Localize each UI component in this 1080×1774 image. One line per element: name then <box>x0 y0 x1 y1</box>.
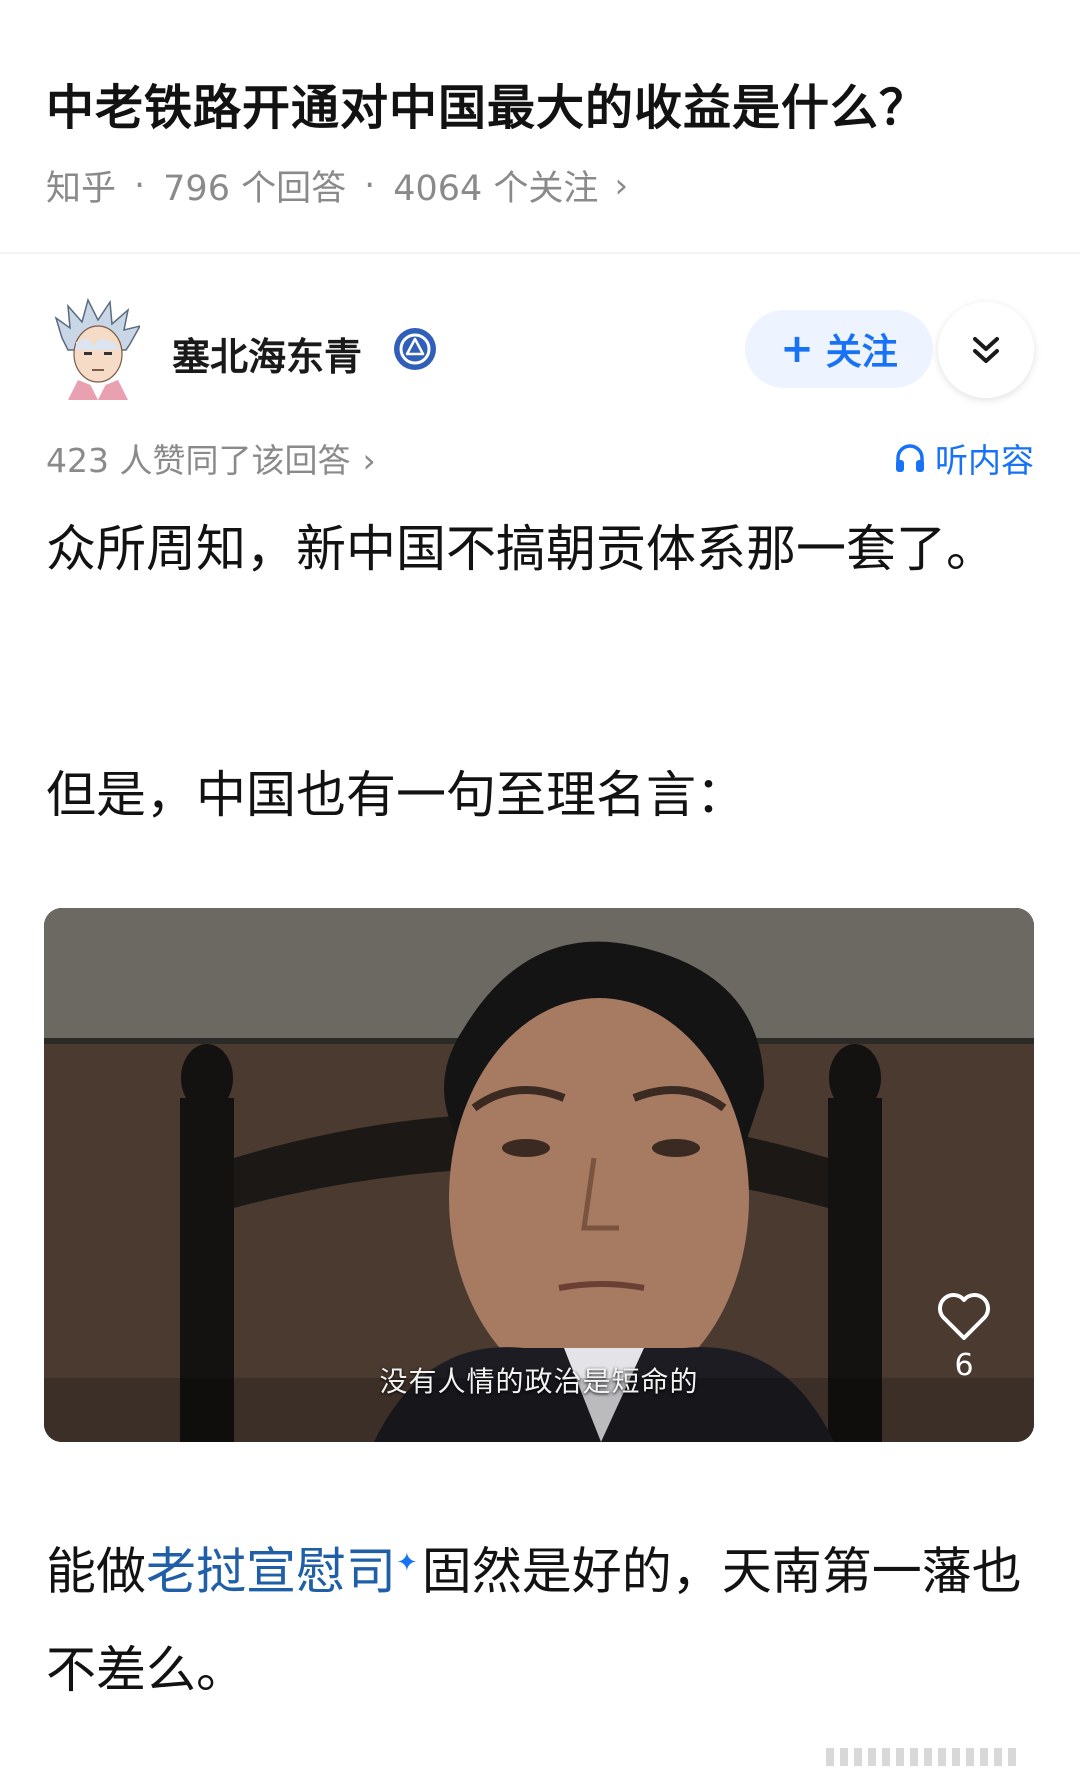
plus-icon: + <box>780 326 814 372</box>
expand-button[interactable] <box>938 302 1034 398</box>
listen-label: 听内容 <box>935 441 1034 480</box>
question-title[interactable]: 中老铁路开通对中国最大的收益是什么？ <box>46 68 928 138</box>
likes-text: 423 人赞同了该回答 <box>46 441 351 480</box>
listen-button[interactable]: 听内容 <box>893 434 1034 482</box>
chevron-right-icon: › <box>614 165 629 206</box>
follow-button[interactable]: + 关注 <box>745 310 933 388</box>
like-button[interactable]: 6 <box>924 1292 1004 1383</box>
video-subtitle: 没有人情的政治是短命的 <box>379 1365 699 1398</box>
paragraph-text: 能做 <box>46 1542 146 1601</box>
avatar[interactable] <box>54 297 142 400</box>
question-meta[interactable]: 知乎 · 796 个回答 · 4064 个关注 › <box>46 160 628 211</box>
keyword-link[interactable]: 老挝宣慰司 <box>146 1543 396 1601</box>
author-name[interactable]: 塞北海东青 <box>172 326 362 381</box>
headphones-icon <box>896 444 924 472</box>
answer-paragraph: 能做老挝宣慰司✦固然是好的，天南第一藩也不差么。 <box>46 1514 1036 1719</box>
heart-outline-icon <box>938 1293 990 1340</box>
verified-badge-icon <box>392 326 438 372</box>
follower-count: 4064 个关注 <box>393 169 599 209</box>
likes-summary[interactable]: 423 人赞同了该回答 › <box>46 434 376 482</box>
video-frame[interactable]: 没有人情的政治是短命的 6 <box>44 908 1034 1442</box>
answer-paragraph: 但是，中国也有一句至理名言： <box>46 766 746 824</box>
separator-dot: · <box>364 165 376 206</box>
sparkle-icon: ✦ <box>396 1548 418 1578</box>
chevron-right-icon: › <box>362 441 376 480</box>
answer-paragraph: 众所周知，新中国不搞朝贡体系那一套了。 <box>46 520 996 578</box>
section-divider <box>0 252 1080 254</box>
follow-label: 关注 <box>825 332 898 373</box>
answer-count: 796 个回答 <box>163 169 347 209</box>
source-label: 知乎 <box>46 169 117 209</box>
like-count: 6 <box>954 1348 974 1383</box>
watermark <box>820 1744 1060 1768</box>
double-chevron-down-icon <box>973 337 999 363</box>
separator-dot: · <box>134 165 146 206</box>
